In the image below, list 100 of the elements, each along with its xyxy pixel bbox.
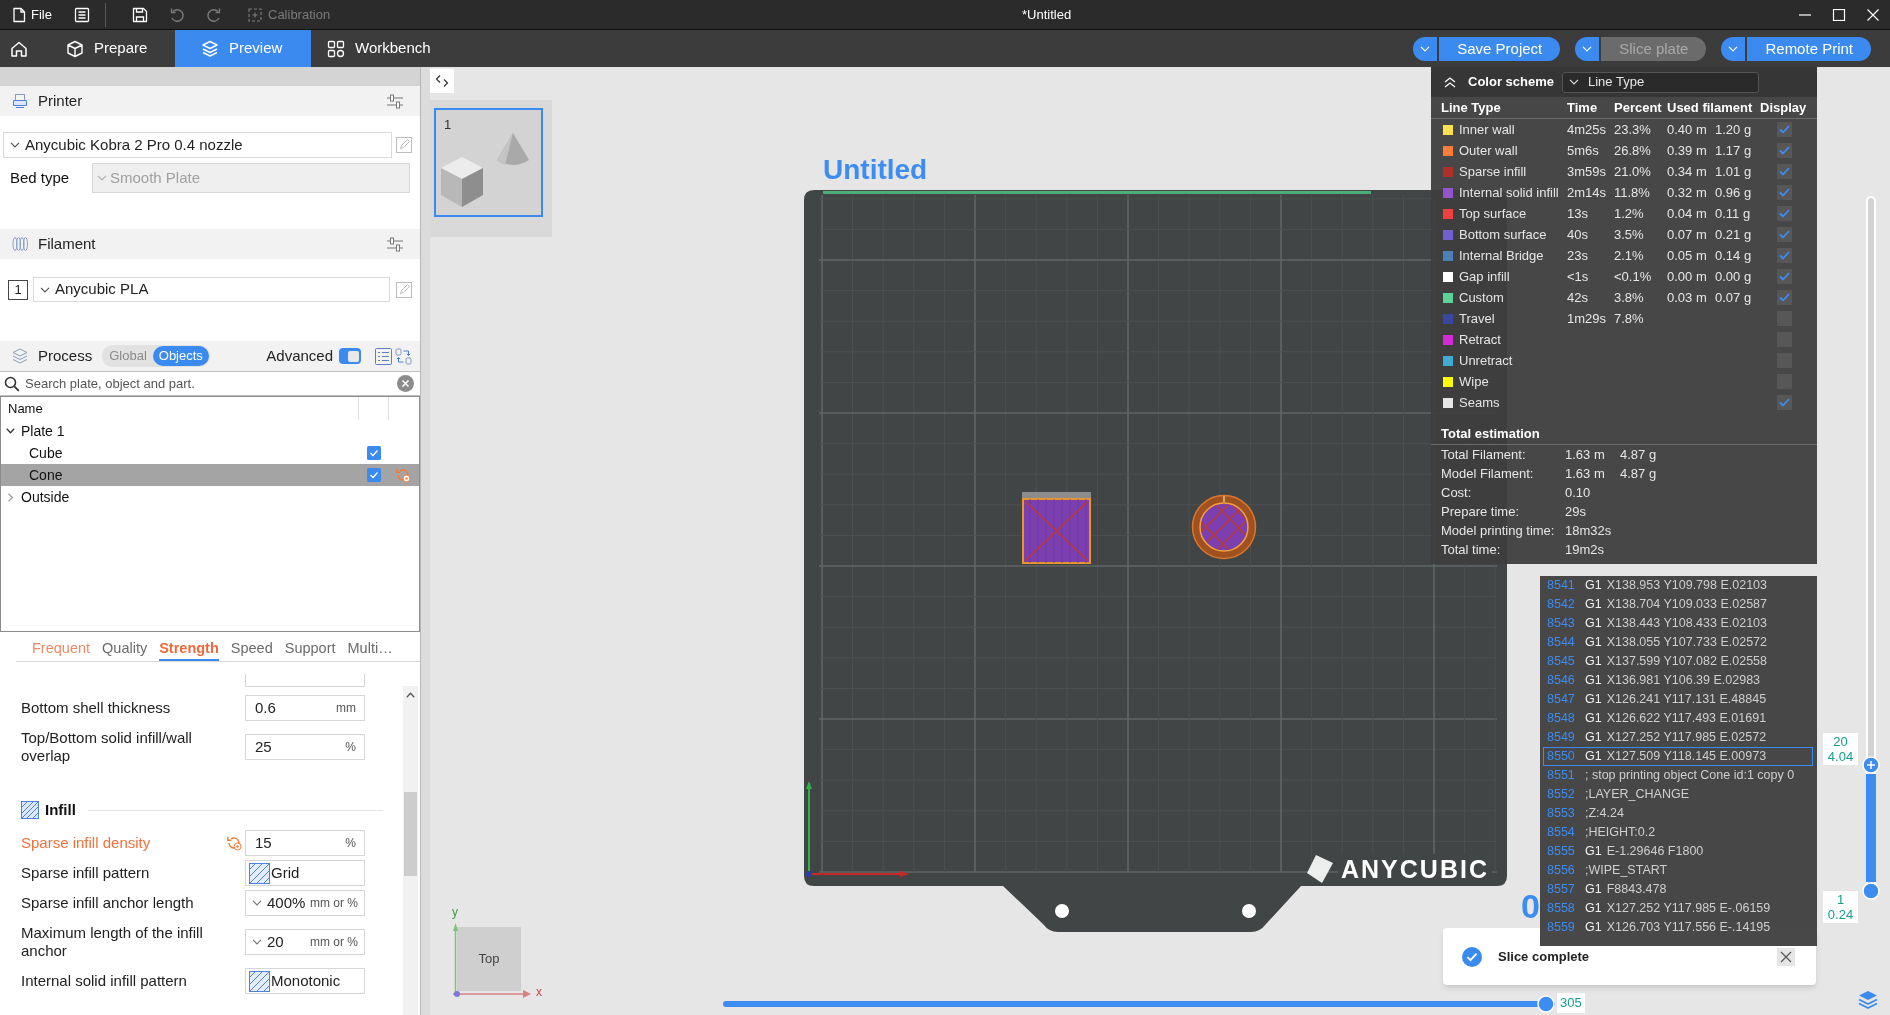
checkbox[interactable] — [367, 446, 381, 460]
estimate-label: Model Filament: — [1441, 464, 1535, 483]
display-checkbox[interactable] — [1777, 227, 1792, 242]
gcode-line[interactable]: 8543 G1 X138.443 Y108.433 E.02103 — [1543, 614, 1813, 633]
collapse-icon[interactable] — [1443, 76, 1457, 88]
number-field[interactable]: 15 % — [245, 830, 365, 856]
gcode-line[interactable]: 8553 ;Z:4.24 — [1543, 804, 1813, 823]
gcode-line[interactable]: 8549 G1 X127.252 Y117.985 E.02572 — [1543, 728, 1813, 747]
dropdown-button[interactable] — [1721, 36, 1746, 61]
reset-icon[interactable] — [395, 467, 411, 483]
setting-label: Maximum length of the infill anchor — [21, 923, 204, 961]
input-field[interactable] — [245, 674, 365, 687]
filament-dropdown[interactable]: Anycubic PLA — [33, 277, 390, 302]
table-cell-text: 42s — [1567, 288, 1589, 307]
dropdown-button[interactable] — [1575, 36, 1600, 61]
gcode-line[interactable]: 8544 G1 X138.055 Y107.733 E.02572 — [1543, 633, 1813, 652]
number-field[interactable]: 0.6 mm — [245, 695, 365, 721]
slider-handle[interactable] — [1537, 995, 1555, 1013]
edit-button[interactable] — [396, 281, 412, 298]
view-cube[interactable]: Top — [457, 927, 521, 991]
list-view-button[interactable] — [375, 347, 392, 365]
line-type-name: Gap infill — [1459, 267, 1511, 286]
scheme-dropdown[interactable]: Line Type — [1562, 71, 1759, 93]
settings-tab[interactable]: Support — [284, 639, 336, 661]
settings-tab[interactable]: Quality — [102, 639, 148, 661]
display-checkbox[interactable] — [1777, 269, 1792, 284]
clear-icon[interactable] — [397, 375, 414, 392]
gcode-line[interactable]: 8542 G1 X138.704 Y109.033 E.02587 — [1543, 595, 1813, 614]
table-cell-text: 0.21 g — [1715, 225, 1753, 244]
slider-track[interactable] — [723, 995, 1555, 1013]
display-checkbox[interactable] — [1777, 395, 1792, 410]
table-cell-text: 40s — [1567, 225, 1589, 244]
sliced-cone — [1191, 494, 1257, 560]
display-checkbox[interactable] — [1777, 122, 1792, 137]
plate-thumbnail[interactable]: 1 — [434, 108, 543, 217]
pattern-dropdown[interactable]: Grid — [245, 860, 365, 886]
gcode-line[interactable]: 8556 ;WIPE_START — [1543, 861, 1813, 880]
setting-label: Sparse infill anchor length — [21, 893, 195, 913]
edit-button[interactable] — [396, 137, 412, 153]
checkbox[interactable] — [367, 468, 381, 482]
settings-button[interactable] — [386, 235, 404, 253]
printer-dropdown[interactable]: Anycubic Kobra 2 Pro 0.4 nozzle — [3, 132, 392, 158]
slider-handle[interactable] — [1862, 755, 1880, 774]
panel-toggle[interactable] — [430, 69, 454, 93]
file-menu[interactable]: File — [0, 0, 63, 29]
dropdown-button[interactable] — [1413, 36, 1438, 61]
display-checkbox[interactable] — [1777, 143, 1792, 158]
close-button[interactable] — [1777, 947, 1795, 966]
settings-tab[interactable]: Multi… — [347, 639, 393, 661]
gcode-line[interactable]: 8558 G1 X127.252 Y117.985 E-.06159 — [1543, 899, 1813, 918]
gcode-line[interactable]: 8551 ; stop printing object Cone id:1 copy 0 — [1543, 766, 1813, 785]
layer-height: 0.24 — [1827, 906, 1854, 922]
gcode-line[interactable]: 8557 G1 F8843.478 — [1543, 880, 1813, 899]
toggle-switch[interactable] — [339, 348, 361, 364]
axis-label: x — [536, 985, 542, 999]
swap-button[interactable] — [395, 347, 412, 365]
display-checkbox[interactable] — [1777, 248, 1792, 263]
number-field[interactable]: 25 % — [245, 734, 365, 760]
tab[interactable]: Workbench — [311, 30, 450, 67]
line-number: 8556 — [1547, 862, 1576, 880]
gcode-line[interactable]: 8552 ;LAYER_CHANGE — [1543, 785, 1813, 804]
column-header: Display — [1760, 98, 1807, 117]
line-type-name: Internal Bridge — [1459, 246, 1545, 265]
tree-item[interactable]: Cone — [1, 464, 419, 486]
gcode-line[interactable]: 8541 G1 X138.953 Y109.798 E.02103 — [1543, 576, 1813, 595]
gcode-line[interactable]: 8555 G1 E-1.29646 F1800 — [1543, 842, 1813, 861]
gcode-line[interactable]: 8554 ;HEIGHT:0.2 — [1543, 823, 1813, 842]
display-checkbox[interactable] — [1777, 290, 1792, 305]
gcode-line[interactable]: 8547 G1 X126.241 Y117.131 E.48845 — [1543, 690, 1813, 709]
gcode-line[interactable]: 8546 G1 X136.981 Y106.39 E.02983 — [1543, 671, 1813, 690]
display-checkbox[interactable] — [1777, 206, 1792, 221]
display-checkbox[interactable] — [1777, 185, 1792, 200]
reset-icon[interactable] — [226, 835, 242, 851]
gcode-line[interactable]: 8545 G1 X137.599 Y107.082 E.02558 — [1543, 652, 1813, 671]
combo-field[interactable]: 20 mm or % — [245, 929, 365, 955]
chevron-up-icon[interactable] — [406, 692, 415, 698]
table-cell-text: 0.14 g — [1715, 246, 1753, 265]
slider-handle[interactable] — [1862, 881, 1880, 900]
settings-button[interactable] — [386, 92, 404, 110]
scrollbar-thumb[interactable] — [404, 792, 417, 876]
layers-icon — [201, 39, 219, 58]
tree-item[interactable]: Plate 1 — [1, 420, 419, 442]
combo-field[interactable]: 400% mm or % — [245, 890, 365, 916]
display-checkbox[interactable] — [1777, 164, 1792, 179]
line-number: 8546 — [1547, 672, 1576, 690]
tab[interactable]: Prepare — [40, 30, 175, 67]
line-number: 8559 — [1547, 919, 1576, 937]
line-number: 8558 — [1547, 900, 1576, 918]
table-cell-text: 0.32 m — [1667, 183, 1708, 202]
filament-number: 1 — [8, 279, 28, 300]
tree-item[interactable]: Outside — [1, 486, 419, 508]
tree-item[interactable]: Cube — [1, 442, 419, 464]
gcode-line[interactable]: 8548 G1 X126.622 Y117.493 E.01691 — [1543, 709, 1813, 728]
search-field[interactable]: Search plate, object and part. — [25, 373, 397, 394]
pattern-dropdown[interactable]: Monotonic — [245, 968, 365, 994]
gcode-line[interactable]: 8559 G1 X126.703 Y117.556 E-.14195 — [1543, 918, 1813, 937]
settings-tab[interactable]: Speed — [230, 639, 273, 661]
layers-icon[interactable] — [1858, 990, 1878, 1010]
line-type-name: Wipe — [1459, 372, 1490, 391]
section-title: Printer — [38, 90, 83, 111]
